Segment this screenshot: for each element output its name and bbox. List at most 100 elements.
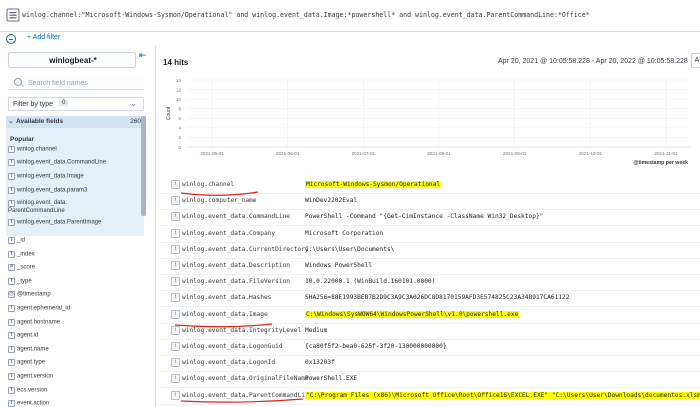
field-type-icon[interactable]: t bbox=[171, 196, 180, 206]
search-icon bbox=[14, 78, 22, 86]
field-type-icon: t bbox=[8, 200, 15, 207]
field-search[interactable] bbox=[8, 76, 144, 90]
sidebar-field-item[interactable]: t agent.ephemeral_id bbox=[8, 305, 70, 315]
document-field-name: winlog.channel bbox=[182, 181, 235, 188]
y-axis-label: Count bbox=[166, 106, 172, 120]
chevron-down-icon: ⌄ bbox=[130, 99, 137, 108]
field-type-icon[interactable]: t bbox=[171, 180, 180, 189]
sidebar-field-item[interactable]: t winlog.event_data.ParentImage bbox=[8, 219, 101, 229]
sidebar-field-item[interactable]: # _score bbox=[8, 264, 35, 274]
sidebar-field-item[interactable]: t agent.hostname bbox=[8, 318, 61, 329]
sidebar-field-item[interactable]: t event.action bbox=[8, 400, 49, 407]
field-name: winlog.event_data.CommandLine bbox=[17, 159, 107, 166]
database-icon[interactable] bbox=[6, 8, 20, 22]
document-field-name: winlog.event_data.ParentCommandLine bbox=[182, 391, 313, 399]
document-field-value: WinDev2202Eval bbox=[305, 197, 358, 205]
field-type-icon: t bbox=[8, 386, 15, 394]
y-tick-label: 12 bbox=[176, 87, 182, 92]
field-type-icon: t bbox=[8, 250, 15, 258]
filter-by-type-button[interactable]: Filter by type 0 ⌄ bbox=[8, 97, 144, 111]
field-type-icon: t bbox=[8, 187, 15, 194]
document-field-value: C:\Users\User\Documents\ bbox=[305, 245, 395, 253]
sidebar-field-item[interactable]: ◷ @timestamp bbox=[8, 291, 51, 301]
document-field-name: winlog.event_data.Description bbox=[182, 262, 291, 269]
sidebar-field-item[interactable]: t _type bbox=[8, 277, 32, 288]
y-tick-label: 8 bbox=[178, 107, 181, 112]
sidebar-field-item[interactable]: t agent.version bbox=[8, 373, 53, 383]
document-field-name: winlog.event_data.IntegrityLevel bbox=[182, 326, 302, 334]
sidebar-field-item[interactable]: t winlog.event_data.Image bbox=[8, 173, 84, 183]
field-type-icon[interactable]: t bbox=[171, 325, 180, 335]
document-field-row: t winlog.event_data.CurrentDirectory C:\Us… bbox=[160, 242, 700, 259]
y-tick-label: 2 bbox=[178, 135, 181, 140]
interval-selector[interactable]: A bbox=[691, 53, 700, 68]
field-name: ecs.version bbox=[17, 387, 48, 394]
document-field-row: t winlog.computer_name WinDev2202Eval bbox=[160, 193, 700, 211]
document-field-row: t winlog.event_data.LogonGuid {ca80f5f2-be… bbox=[160, 339, 700, 356]
document-field-name: winlog.event_data.CurrentDirectory bbox=[182, 245, 309, 253]
field-type-icon[interactable]: t bbox=[171, 374, 180, 384]
field-name: _id bbox=[17, 237, 26, 244]
sidebar-field-item[interactable]: t _id bbox=[8, 237, 25, 247]
field-name: agent.type bbox=[17, 359, 46, 366]
sidebar-field-item[interactable]: t agent.type bbox=[8, 359, 45, 369]
document-field-name: winlog.event_data.Company bbox=[182, 229, 276, 237]
sidebar-field-item[interactable]: t _index bbox=[8, 250, 35, 261]
add-filter-link[interactable]: + Add filter bbox=[27, 34, 60, 41]
index-pattern-label: winlogbeat-* bbox=[49, 56, 97, 65]
field-type-icon[interactable]: t bbox=[171, 261, 180, 270]
y-tick-label: 14 bbox=[176, 78, 182, 83]
chevron-down-icon: ⌄ bbox=[8, 118, 14, 125]
sidebar-field-item[interactable]: t ecs.version bbox=[8, 386, 48, 397]
field-name: event.action bbox=[17, 400, 50, 407]
document-field-value: C:\Windows\SysWOW64\WindowsPowerShell\v1… bbox=[305, 310, 520, 318]
y-tick-label: 4 bbox=[178, 126, 181, 131]
document-field-value: PowerShell.EXE bbox=[305, 375, 358, 383]
document-table: t winlog.channel Microsoft-Windows-Sysmon/… bbox=[160, 168, 700, 407]
document-field-row: t winlog.event_data.IntegrityLevel Medium bbox=[160, 323, 700, 340]
available-fields-count: 260 bbox=[130, 118, 141, 125]
field-type-icon[interactable]: t bbox=[171, 358, 180, 368]
field-search-input[interactable] bbox=[28, 77, 138, 89]
field-type-icon[interactable]: t bbox=[171, 293, 180, 303]
sidebar-field-item[interactable]: t winlog.channel bbox=[8, 146, 57, 156]
x-axis-label: @timestamp per week bbox=[633, 160, 688, 166]
field-type-icon[interactable]: t bbox=[171, 390, 180, 400]
sidebar-scrollbar[interactable] bbox=[141, 116, 146, 216]
sidebar-field-item[interactable]: t winlog.event_data.CommandLine bbox=[8, 159, 106, 169]
collapse-sidebar-icon[interactable]: ⇤ bbox=[139, 50, 149, 60]
sidebar-field-item[interactable]: t agent.name bbox=[8, 345, 49, 356]
field-type-icon: ◷ bbox=[8, 291, 15, 299]
available-fields-header[interactable]: ⌄ Available fields 260 bbox=[6, 116, 144, 128]
field-type-icon[interactable]: t bbox=[171, 342, 180, 351]
document-field-value: 0x13203f bbox=[305, 359, 335, 367]
field-type-icon: t bbox=[8, 159, 15, 166]
document-field-name: winlog.event_data.LogonId bbox=[182, 359, 276, 367]
field-type-icon[interactable]: t bbox=[171, 212, 180, 222]
query-input[interactable]: winlog.channel:"Microsoft-Windows-Sysmon… bbox=[22, 11, 590, 19]
y-tick-label: 6 bbox=[178, 116, 181, 121]
field-name: agent.hostname bbox=[17, 319, 61, 326]
filter-menu-icon[interactable] bbox=[6, 34, 16, 44]
field-type-icon[interactable]: t bbox=[171, 277, 180, 287]
sidebar-field-item[interactable]: t winlog.event_data.param3 bbox=[8, 187, 87, 197]
field-type-icon[interactable]: t bbox=[171, 309, 180, 319]
x-tick-label: 2021-08-01 bbox=[427, 151, 451, 156]
field-name: winlog.event_data.Image bbox=[17, 173, 84, 180]
x-tick-label: 2021-07-01 bbox=[352, 151, 376, 156]
popular-label: Popular bbox=[10, 136, 35, 143]
query-bar[interactable]: winlog.channel:"Microsoft-Windows-Sysmon… bbox=[0, 0, 700, 32]
document-field-row: t winlog.event_data.Description Windows Po… bbox=[160, 258, 700, 275]
sidebar-field-item[interactable]: t agent.id bbox=[8, 332, 38, 342]
field-type-icon: t bbox=[8, 146, 15, 153]
field-type-icon: t bbox=[8, 359, 15, 367]
index-pattern-selector[interactable]: winlogbeat-* bbox=[8, 52, 136, 68]
field-type-icon: t bbox=[8, 277, 15, 285]
time-range: Apr 20, 2021 @ 10:05:58.228 - Apr 20, 20… bbox=[498, 58, 688, 65]
field-type-icon[interactable]: t bbox=[171, 244, 180, 254]
sidebar-field-item[interactable]: t winlog.event_data. ParentCommandLine bbox=[8, 200, 67, 216]
field-sidebar: winlogbeat-* ⇤ Filter by type 0 ⌄ ⌄ Avai… bbox=[0, 46, 150, 407]
field-name: winlog.event_data.param3 bbox=[17, 187, 88, 194]
document-field-row: t winlog.event_data.Hashes SHA256=88E1993B… bbox=[160, 290, 700, 308]
field-type-icon[interactable]: t bbox=[171, 228, 180, 238]
